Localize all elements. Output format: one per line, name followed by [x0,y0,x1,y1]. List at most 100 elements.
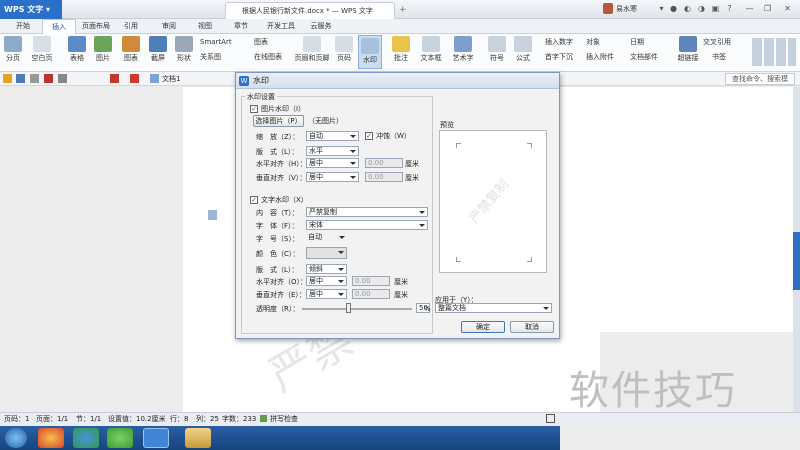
taskbar-app-icon[interactable] [38,428,64,448]
text-halign-select[interactable]: 居中 [306,276,347,286]
ok-button[interactable]: 确定 [461,321,505,333]
layout-select[interactable]: 水平 [306,146,359,156]
chevron-down-icon [338,251,344,254]
status-pages: 页面：1/1 [36,415,69,423]
color-picker[interactable] [306,247,347,259]
cross-ref-button[interactable]: 交叉引用 [703,37,731,47]
tab-view[interactable]: 视图 [192,19,218,34]
restore-icon[interactable]: ❐ [762,3,773,14]
scrollbar-thumb[interactable] [793,232,800,290]
document-tab[interactable]: 根据人民银行新文件.docx * — WPS 文字 [225,2,395,19]
print-icon[interactable] [30,74,39,83]
tab-developer[interactable]: 开发工具 [262,19,300,34]
search-input[interactable]: 查找命令、搜索模 [725,73,795,85]
ribbon-gallery[interactable] [752,38,796,66]
doc-outline-icon[interactable] [208,210,217,220]
header-footer-button[interactable]: 页眉和页脚 [293,36,331,63]
sync-icon-2[interactable]: ◑ [696,3,707,14]
new-tab-icon[interactable]: + [399,5,407,15]
open-icon[interactable] [3,74,12,83]
sync-icon[interactable]: ◐ [682,3,693,14]
tab-cloud[interactable]: 云服务 [306,19,336,34]
smartart-button[interactable]: SmartArt [200,37,232,47]
date-button[interactable]: 日期 [630,37,644,47]
avatar[interactable] [603,3,613,14]
start-button[interactable] [5,428,27,448]
insert-number-button[interactable]: 插入数字 [545,37,573,47]
apply-to-select[interactable]: 整篇文档 [435,303,552,313]
valign-select[interactable]: 居中 [306,172,359,182]
doc-tab-label[interactable]: 文档1 [162,74,180,84]
watermark-button[interactable]: 水印 [358,35,382,69]
picture-watermark-label: 图片水印（I） [261,105,306,113]
transparency-slider-thumb[interactable] [346,303,351,313]
shape-button[interactable]: 形状 [172,36,196,63]
app-menu-button[interactable]: WPS 文字 ▾ [0,0,62,19]
halign-select[interactable]: 居中 [306,158,359,168]
transparency-label: 透明度（R）： [256,305,300,313]
help-icon[interactable]: ? [724,3,735,14]
relation-chart-button[interactable]: 关系图 [200,52,221,62]
save-icon[interactable] [16,74,25,83]
text-valign-spinner[interactable]: 0.00 [352,289,390,299]
chevron-down-icon[interactable]: ▾ [656,3,667,14]
blank-page-button[interactable]: 空白页 [28,36,56,63]
picture-button[interactable]: 图片 [92,36,114,63]
screenshot-button[interactable]: 截屏 [146,36,170,63]
doc-parts-button[interactable]: 文档部件 [630,52,658,62]
size-select[interactable]: 自动 [306,233,347,243]
text-watermark-checkbox[interactable]: ✓ [250,196,258,204]
scissors-icon [149,36,167,52]
comment-button[interactable]: 批注 [390,36,412,63]
tab-review[interactable]: 审阅 [156,19,182,34]
status-spellcheck[interactable]: 拼写检查 [270,414,298,424]
symbol-button[interactable]: 符号 [486,36,508,63]
wps-logo-icon: W [239,76,249,86]
halign-spinner[interactable]: 0.00 [365,158,403,168]
text-valign-select[interactable]: 居中 [306,289,347,299]
hyperlink-button[interactable]: 超链接 [676,36,700,63]
chart-small-button[interactable]: 图表 [254,37,268,47]
tab-insert[interactable]: 插入 [42,19,76,34]
status-page: 页码：1 [4,415,30,423]
drop-cap-button[interactable]: 首字下沉 [545,52,573,62]
explorer-icon[interactable] [185,428,211,448]
wordart-button[interactable]: 艺术字 [450,36,476,63]
page-number-button[interactable]: 页码 [333,36,355,63]
select-picture-button[interactable]: 选择图片（P） [253,115,304,127]
close-icon[interactable]: ✕ [782,3,793,14]
transparency-slider[interactable] [302,308,412,310]
washout-checkbox[interactable]: ✓ [365,132,373,140]
tab-references[interactable]: 引用 [118,19,144,34]
online-chart-button[interactable]: 在线图表 [254,52,282,62]
tab-home[interactable]: 开始 [8,19,38,34]
text-layout-select[interactable]: 倾斜 [306,264,347,274]
content-select[interactable]: 严禁复制 [306,207,428,217]
tab-page-layout[interactable]: 页面布局 [78,19,114,34]
play-icon[interactable]: ● [668,3,679,14]
page-break-button[interactable]: 分页 [3,36,23,63]
object-button[interactable]: 对象 [586,37,600,47]
tab-chapter[interactable]: 章节 [228,19,254,34]
formula-button[interactable]: 公式 [512,36,534,63]
minimize-icon[interactable]: — [744,3,755,14]
valign-spinner[interactable]: 0.00 [365,172,403,182]
text-halign-spinner[interactable]: 0.00 [352,276,390,286]
chart-button[interactable]: 图表 [120,36,142,63]
bookmark-button[interactable]: 书签 [712,52,726,62]
picture-watermark-checkbox[interactable]: ✓ [250,105,258,113]
undo-icon[interactable] [58,74,67,83]
user-name[interactable]: 易水寒 [616,2,637,16]
skin-icon[interactable]: ▣ [710,3,721,14]
font-select[interactable]: 宋体 [306,220,428,230]
cancel-button[interactable]: 取消 [510,321,554,333]
fullscreen-icon[interactable] [546,414,555,423]
textbox-button[interactable]: 文本框 [418,36,444,63]
chrome-icon[interactable] [73,428,99,448]
scale-select[interactable]: 自动 [306,131,359,141]
wps-taskbar-icon[interactable] [143,428,169,448]
wechat-icon[interactable] [107,428,133,448]
insert-attachment-button[interactable]: 插入附件 [586,52,614,62]
table-button[interactable]: 表格 [66,36,88,63]
pdf-icon[interactable] [44,74,53,83]
